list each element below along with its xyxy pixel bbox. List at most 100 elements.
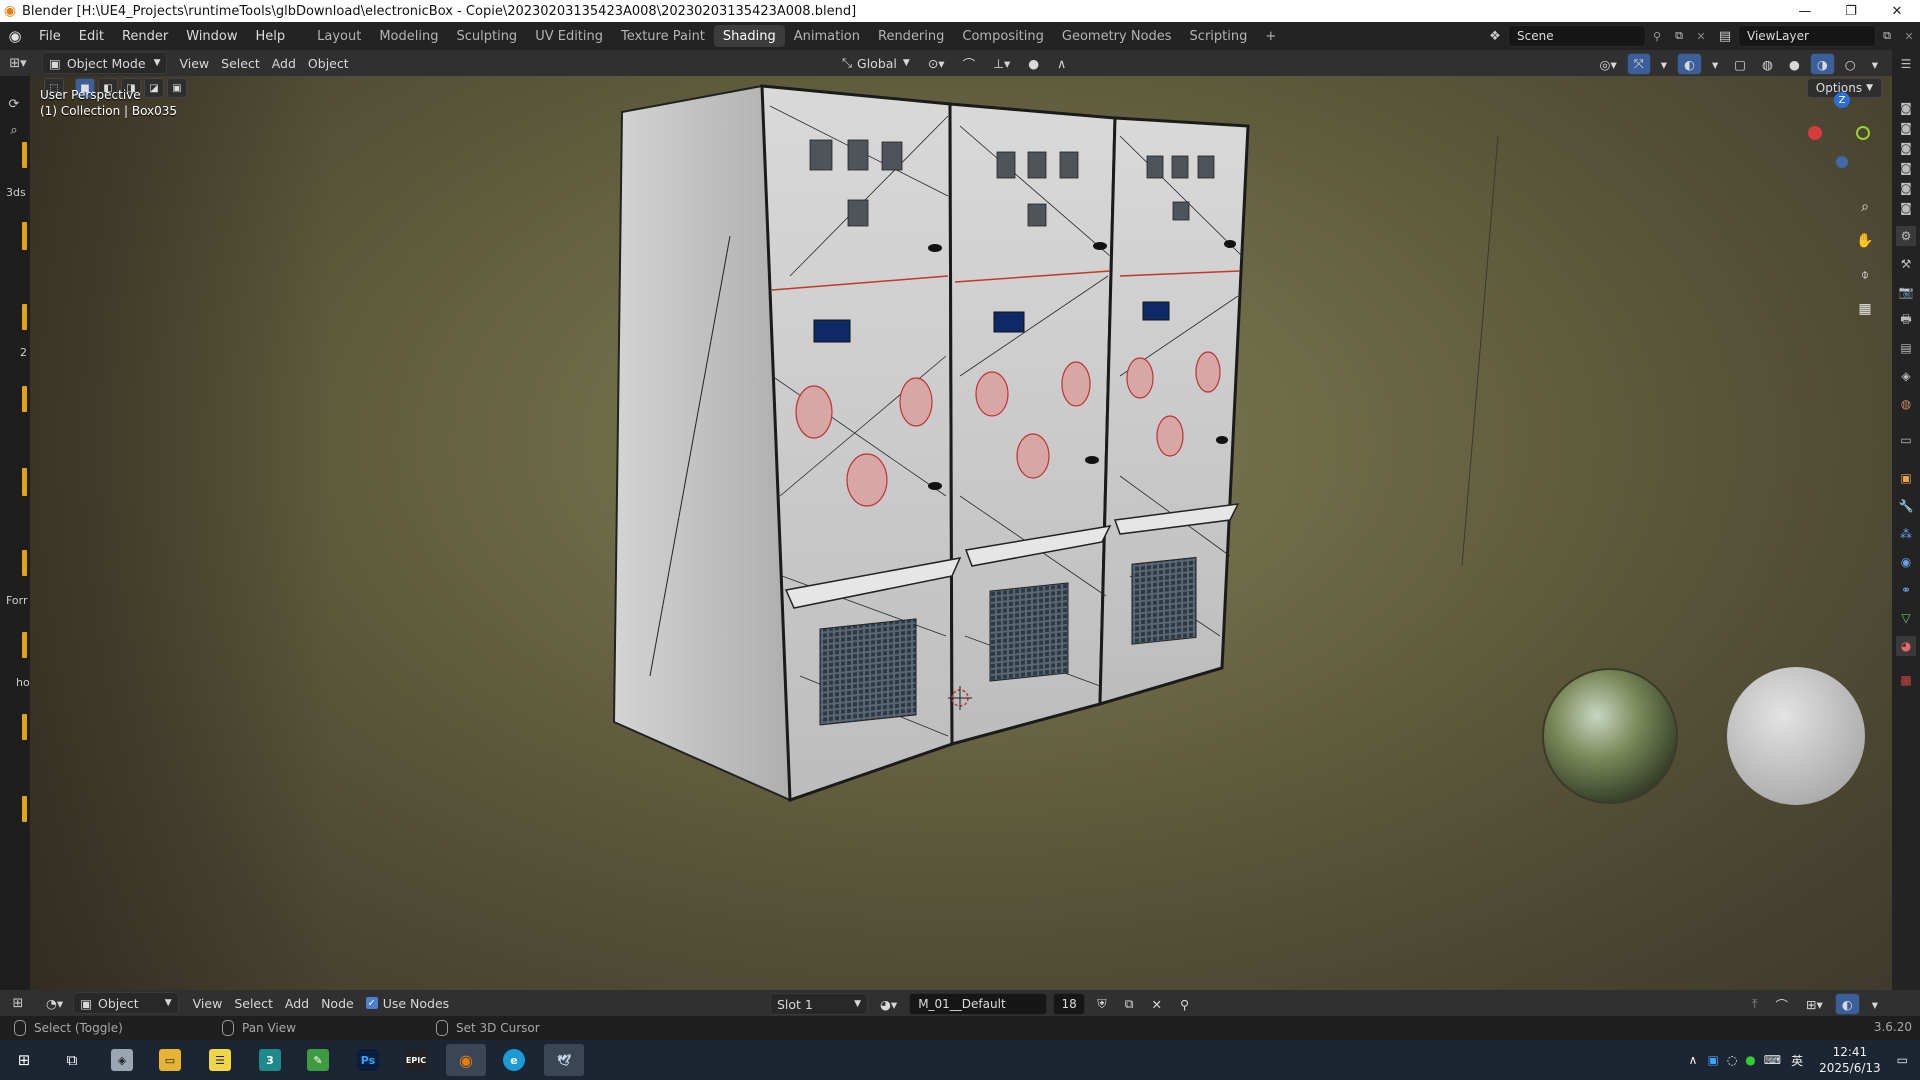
view-layer-properties-icon[interactable]: ▤ (1896, 338, 1916, 358)
gizmo-neg-z[interactable] (1836, 156, 1848, 168)
blender-menu-icon[interactable]: ◉ (0, 22, 30, 50)
wireframe-shading-icon[interactable]: ◍ (1756, 54, 1779, 74)
menu-object[interactable]: Object (302, 53, 355, 73)
material-name-field[interactable]: M_01__Default (909, 993, 1048, 1015)
task-view-icon[interactable]: ⧉ (52, 1044, 92, 1076)
tab-rendering[interactable]: Rendering (869, 25, 953, 47)
object-properties-icon[interactable]: ▣ (1896, 468, 1916, 488)
zoom-icon[interactable]: ⌕ (1852, 194, 1878, 220)
menu-view[interactable]: View (173, 53, 215, 73)
gizmo-dropdown-icon[interactable]: ▾ (1655, 54, 1673, 74)
snap-icon[interactable]: ⌒ (957, 53, 982, 73)
menu-help[interactable]: Help (247, 22, 295, 50)
camera-render-icon[interactable]: ◙ (1896, 98, 1916, 118)
particles-properties-icon[interactable]: ⁂ (1896, 524, 1916, 544)
menu-file[interactable]: File (30, 22, 70, 50)
gizmo-z-axis[interactable]: Z (1834, 92, 1850, 108)
scene-selector-icon[interactable]: ❖ (1482, 29, 1508, 44)
overlay-toggle-icon[interactable]: ◐ (1834, 993, 1860, 1015)
gizmo-toggle-icon[interactable]: ⤧ (1626, 53, 1651, 75)
new-view-layer-icon[interactable]: ⧉ (1876, 29, 1898, 43)
slot-dropdown[interactable]: Slot 1 ▼ (770, 993, 868, 1015)
tool-properties-icon[interactable]: ⚙ (1896, 226, 1916, 246)
start-icon[interactable]: ⊞ (4, 1044, 44, 1076)
ortho-grid-icon[interactable]: ▦ (1852, 296, 1878, 322)
pivot-point-icon[interactable]: ⊙▾ (922, 53, 951, 73)
overlay-dropdown-icon[interactable]: ▾ (1866, 994, 1884, 1014)
scene-field[interactable]: Scene (1508, 25, 1646, 47)
falloff-icon[interactable]: ∧ (1051, 53, 1072, 73)
photoshop-icon[interactable]: Ps (348, 1044, 388, 1076)
tab-layout[interactable]: Layout (308, 25, 370, 47)
overlay-toggle-icon[interactable]: ◐ (1677, 53, 1702, 75)
pin-icon[interactable]: ⚲ (1646, 30, 1668, 43)
constraints-properties-icon[interactable]: ⚭ (1896, 580, 1916, 600)
close-icon[interactable]: ✕ (1874, 0, 1920, 22)
tab-texture-paint[interactable]: Texture Paint (612, 25, 714, 47)
parent-node-tree-icon[interactable]: ⤒ (1746, 994, 1764, 1014)
rendered-shading-icon[interactable]: ○ (1839, 54, 1862, 74)
keyboard-icon[interactable]: ⌨ (1764, 1053, 1781, 1067)
tab-uv-editing[interactable]: UV Editing (526, 25, 612, 47)
editor-type-icon[interactable]: ⊞▾ (0, 56, 36, 71)
scene-properties-icon[interactable]: ◈ (1896, 366, 1916, 386)
snap-target-icon[interactable]: ⊥▾ (987, 53, 1016, 73)
wechat-icon[interactable]: ● (1745, 1053, 1755, 1067)
outliner-icon[interactable]: ☰ (1896, 54, 1916, 74)
new-material-icon[interactable]: ⧉ (1119, 994, 1140, 1014)
tool-wrench-icon[interactable]: ⚒ (1896, 254, 1916, 274)
app3-icon[interactable]: 3 (250, 1044, 290, 1076)
fake-user-icon[interactable]: ⛨ (1091, 994, 1112, 1014)
minimize-icon[interactable]: — (1782, 0, 1828, 22)
pin-icon[interactable]: ⚲ (1174, 994, 1195, 1014)
menu-select[interactable]: Select (215, 53, 266, 73)
solid-shading-icon[interactable]: ● (1783, 54, 1806, 74)
edge-icon[interactable]: e (494, 1044, 534, 1076)
pan-hand-icon[interactable]: ✋ (1852, 228, 1878, 254)
user-count-field[interactable]: 18 (1053, 993, 1086, 1015)
xray-icon[interactable]: ▢ (1728, 54, 1752, 74)
world-properties-icon[interactable]: ◍ (1896, 394, 1916, 414)
search-icon[interactable]: ⌕ (4, 120, 24, 140)
menu-node[interactable]: Node (315, 993, 360, 1013)
camera-render-icon[interactable]: ◙ (1896, 118, 1916, 138)
unlink-material-icon[interactable]: ✕ (1146, 994, 1168, 1014)
camera-render-icon[interactable]: ◙ (1896, 158, 1916, 178)
delete-view-layer-icon[interactable]: ✕ (1898, 30, 1920, 43)
view-layer-icon[interactable]: ▤ (1712, 29, 1738, 44)
menu-add[interactable]: Add (266, 53, 302, 73)
3d-viewport[interactable]: ⬚ ■ ◧ ◨ ◪ ▣ Options ▼ User Perspective (… (30, 76, 1892, 990)
explorer-icon[interactable]: ▭ (150, 1044, 190, 1076)
app-icon[interactable]: ◈ (102, 1044, 142, 1076)
delete-scene-icon[interactable]: ✕ (1690, 30, 1712, 43)
menu-select[interactable]: Select (228, 993, 279, 1013)
gizmo-y-axis[interactable] (1856, 126, 1870, 140)
material-browse-icon[interactable]: ◕▾ (874, 994, 903, 1014)
app-bird-icon[interactable]: 🕊 (544, 1044, 584, 1076)
mode-dropdown[interactable]: ▣ Object Mode ▼ (42, 52, 168, 74)
render-properties-icon[interactable]: 📷 (1896, 282, 1916, 302)
snap-element-icon[interactable]: ⊞▾ (1800, 994, 1829, 1014)
tab-scripting[interactable]: Scripting (1181, 25, 1257, 47)
physics-properties-icon[interactable]: ◉ (1896, 552, 1916, 572)
add-workspace-button[interactable]: + (1256, 25, 1285, 47)
collection-properties-icon[interactable]: ▭ (1896, 430, 1916, 450)
texture-properties-icon[interactable]: ▩ (1896, 670, 1916, 690)
visibility-icon[interactable]: ◎▾ (1594, 54, 1623, 74)
proportional-edit-icon[interactable]: ● (1022, 53, 1045, 73)
overlay-dropdown-icon[interactable]: ▾ (1706, 54, 1724, 74)
menu-add[interactable]: Add (279, 993, 315, 1013)
tab-sculpting[interactable]: Sculpting (447, 25, 526, 47)
notepad-icon[interactable]: ✎ (298, 1044, 338, 1076)
data-properties-icon[interactable]: ▽ (1896, 608, 1916, 628)
clock[interactable]: 12:41 2025/6/13 (1819, 1044, 1881, 1076)
tray-expand-icon[interactable]: ∧ (1689, 1053, 1698, 1067)
tab-animation[interactable]: Animation (785, 25, 869, 47)
menu-render[interactable]: Render (113, 22, 177, 50)
camera-render-icon[interactable]: ◙ (1896, 178, 1916, 198)
camera-render-icon[interactable]: ◙ (1896, 198, 1916, 218)
notification-icon[interactable]: ▭ (1897, 1053, 1908, 1067)
tab-geometry-nodes[interactable]: Geometry Nodes (1053, 25, 1181, 47)
tray-network-icon[interactable]: ◌ (1727, 1053, 1737, 1067)
new-scene-icon[interactable]: ⧉ (1668, 29, 1690, 43)
